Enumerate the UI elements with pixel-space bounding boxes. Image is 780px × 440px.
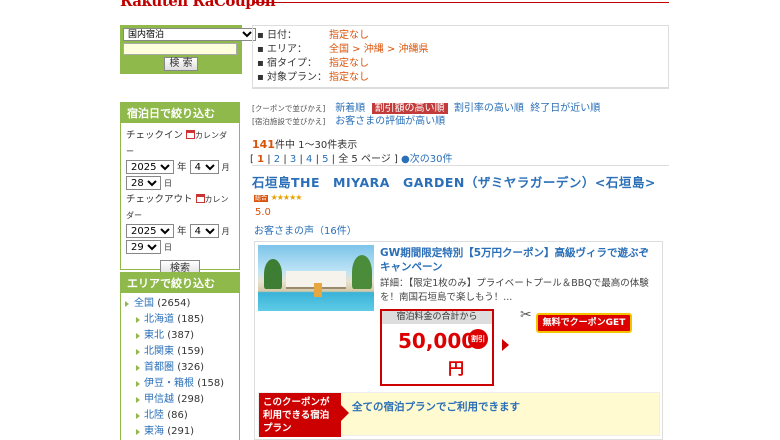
applicable-plans-tag: このクーポンが利用できる宿泊プラン <box>259 393 349 437</box>
get-coupon-label[interactable]: 無料でクーポンGET <box>536 313 632 333</box>
area-item: 東北 (387) <box>126 328 234 344</box>
get-coupon-button[interactable]: ✂ 無料でクーポンGET <box>520 305 635 335</box>
checkout-day-select[interactable]: 29 <box>126 240 161 254</box>
coupon-description: 詳細：【限定1枚のみ】プライベートプール＆BBQで最高の体験を！南国石垣島で楽し… <box>380 278 649 303</box>
area-item: 東海 (291) <box>126 424 234 440</box>
next-page-link[interactable]: 次の30件 <box>410 154 453 165</box>
condition-plan: ▪ 対象プラン： 指定なし <box>257 72 369 83</box>
search-button[interactable]: 検 索 <box>164 57 198 71</box>
sort-newest[interactable]: 新着順 <box>335 103 365 114</box>
coupon-card: GW期間限定特別【5万円クーポン】高級ヴィラで遊ぶぞキャンペーン 詳細：【限定1… <box>254 241 663 440</box>
checkin-year-select[interactable]: 2025 <box>126 160 174 174</box>
area-count: (185) <box>177 314 205 325</box>
area-item: 北海道 (185) <box>126 312 234 328</box>
sort-rating[interactable]: お客さまの評価が高い順 <box>335 116 445 127</box>
coupon-title-link[interactable]: GW期間限定特別【5万円クーポン】高級ヴィラで遊ぶぞキャンペーン <box>380 246 658 274</box>
hotel-rating: 総合 ★★★★★ <box>254 193 303 202</box>
next-icon[interactable]: ● <box>401 154 410 165</box>
checkin-label: チェックイン <box>126 130 184 141</box>
coupon-sort-label: [クーポンで並びかえ] <box>252 104 326 113</box>
result-count: 141件中 1〜30件表示 <box>252 138 358 151</box>
condition-type: ▪ 宿タイプ： 指定なし <box>257 58 369 69</box>
scissors-icon: ✂ <box>520 307 532 323</box>
area-count: (326) <box>177 362 205 373</box>
area-count: (159) <box>177 346 205 357</box>
area-count: (158) <box>197 378 225 389</box>
sort-discount-amount[interactable]: 割引額の高い順 <box>371 103 448 114</box>
category-select[interactable]: 国内宿泊 <box>123 28 256 41</box>
area-link[interactable]: 首都圏 <box>144 362 174 373</box>
area-count: (387) <box>167 330 195 341</box>
page-link[interactable]: 2 <box>274 154 280 165</box>
header-divider <box>252 2 669 3</box>
area-item: 首都圏 (326) <box>126 360 234 376</box>
checkout-label: チェックアウト <box>126 194 193 205</box>
search-box: 国内宿泊 検 索 <box>120 25 256 74</box>
pagination: [ 1 | 2 | 3 | 4 | 5 | 全 5 ページ ] ●次の30件 <box>250 154 453 165</box>
page-link[interactable]: 3 <box>290 154 296 165</box>
calendar-icon[interactable] <box>195 194 205 203</box>
arrow-right-icon <box>502 339 509 351</box>
hotel-photo[interactable] <box>258 245 374 311</box>
sort-ending-soon[interactable]: 終了日が近い順 <box>530 103 600 114</box>
area-link[interactable]: 全国 <box>134 298 154 309</box>
search-conditions: ▪ 日付： 指定なし ▪ エリア： 全国 > 沖縄 > 沖縄県 ▪ 宿タイプ： 指定な… <box>252 25 669 89</box>
area-filter-title: エリアで絞り込む <box>121 273 239 293</box>
area-link[interactable]: 東海 <box>144 426 164 437</box>
area-count: (2654) <box>157 298 191 309</box>
keyword-input[interactable] <box>123 43 237 55</box>
area-item: 全国 (2654) <box>125 296 234 312</box>
star-rating-icon: ★★★★★ <box>270 193 303 202</box>
rating-score: 5.0 <box>255 207 271 218</box>
area-filter-panel: エリアで絞り込む 全国 (2654) 北海道 (185) 東北 (387) 北関東 (… <box>120 272 240 440</box>
area-link[interactable]: 甲信越 <box>144 394 174 405</box>
sort-discount-rate[interactable]: 割引率の高い順 <box>454 103 524 114</box>
area-link[interactable]: 北陸 <box>144 410 164 421</box>
area-count: (291) <box>167 426 195 437</box>
area-item: 伊豆・箱根 (158) <box>126 376 234 392</box>
condition-date: ▪ 日付： 指定なし <box>257 30 369 41</box>
applicable-plans-bar: このクーポンが利用できる宿泊プラン 全ての宿泊プランでご利用できます <box>258 392 660 437</box>
date-filter-title: 宿泊日で絞り込む <box>121 103 239 123</box>
rating-tag: 総合 <box>254 195 269 202</box>
page-link[interactable]: 4 <box>306 154 312 165</box>
hotel-name-link[interactable]: 石垣島THE MIYARA GARDEN（ザミヤラガーデン）<石垣島> <box>252 172 656 191</box>
discount-price-box: 宿泊料金の合計から 50,000 割引 円 <box>380 309 494 386</box>
reviews-link[interactable]: お客さまの声（16件） <box>254 222 357 237</box>
page-current: 1 <box>257 154 265 165</box>
area-link[interactable]: 北関東 <box>144 346 174 357</box>
area-item: 北陸 (86) <box>126 408 234 424</box>
checkout-month-select[interactable]: 4 <box>189 224 219 238</box>
date-filter-panel: 宿泊日で絞り込む チェックイン カレンダー 2025 年 4 月 28 日 チェ… <box>120 102 240 277</box>
area-link[interactable]: 北海道 <box>144 314 174 325</box>
checkin-day-select[interactable]: 28 <box>126 176 161 190</box>
price-header: 宿泊料金の合計から <box>382 311 492 324</box>
facility-sort-label: [宿泊施設で並びかえ] <box>252 117 326 126</box>
area-item: 北関東 (159) <box>126 344 234 360</box>
area-item: 甲信越 (298) <box>126 392 234 408</box>
checkout-year-select[interactable]: 2025 <box>126 224 174 238</box>
area-count: (86) <box>167 410 188 421</box>
discount-amount: 50,000 <box>398 329 476 353</box>
area-link[interactable]: 東北 <box>144 330 164 341</box>
page-link[interactable]: 5 <box>322 154 328 165</box>
all-plans-link[interactable]: 全ての宿泊プランでご利用できます <box>352 399 520 414</box>
area-link[interactable]: 伊豆・箱根 <box>144 378 194 389</box>
area-count: (298) <box>177 394 205 405</box>
sort-options: [クーポンで並びかえ] 新着順 割引額の高い順 割引率の高い順 終了日が近い順 … <box>252 102 600 128</box>
calendar-icon[interactable] <box>186 130 196 139</box>
yen-unit: 円 <box>448 359 465 378</box>
discount-badge: 割引 <box>468 329 488 349</box>
checkin-month-select[interactable]: 4 <box>189 160 219 174</box>
area-breadcrumb[interactable]: 全国 > 沖縄 > 沖縄県 <box>329 44 428 55</box>
condition-area: ▪ エリア： 全国 > 沖縄 > 沖縄県 <box>257 44 429 55</box>
divider <box>252 165 669 166</box>
